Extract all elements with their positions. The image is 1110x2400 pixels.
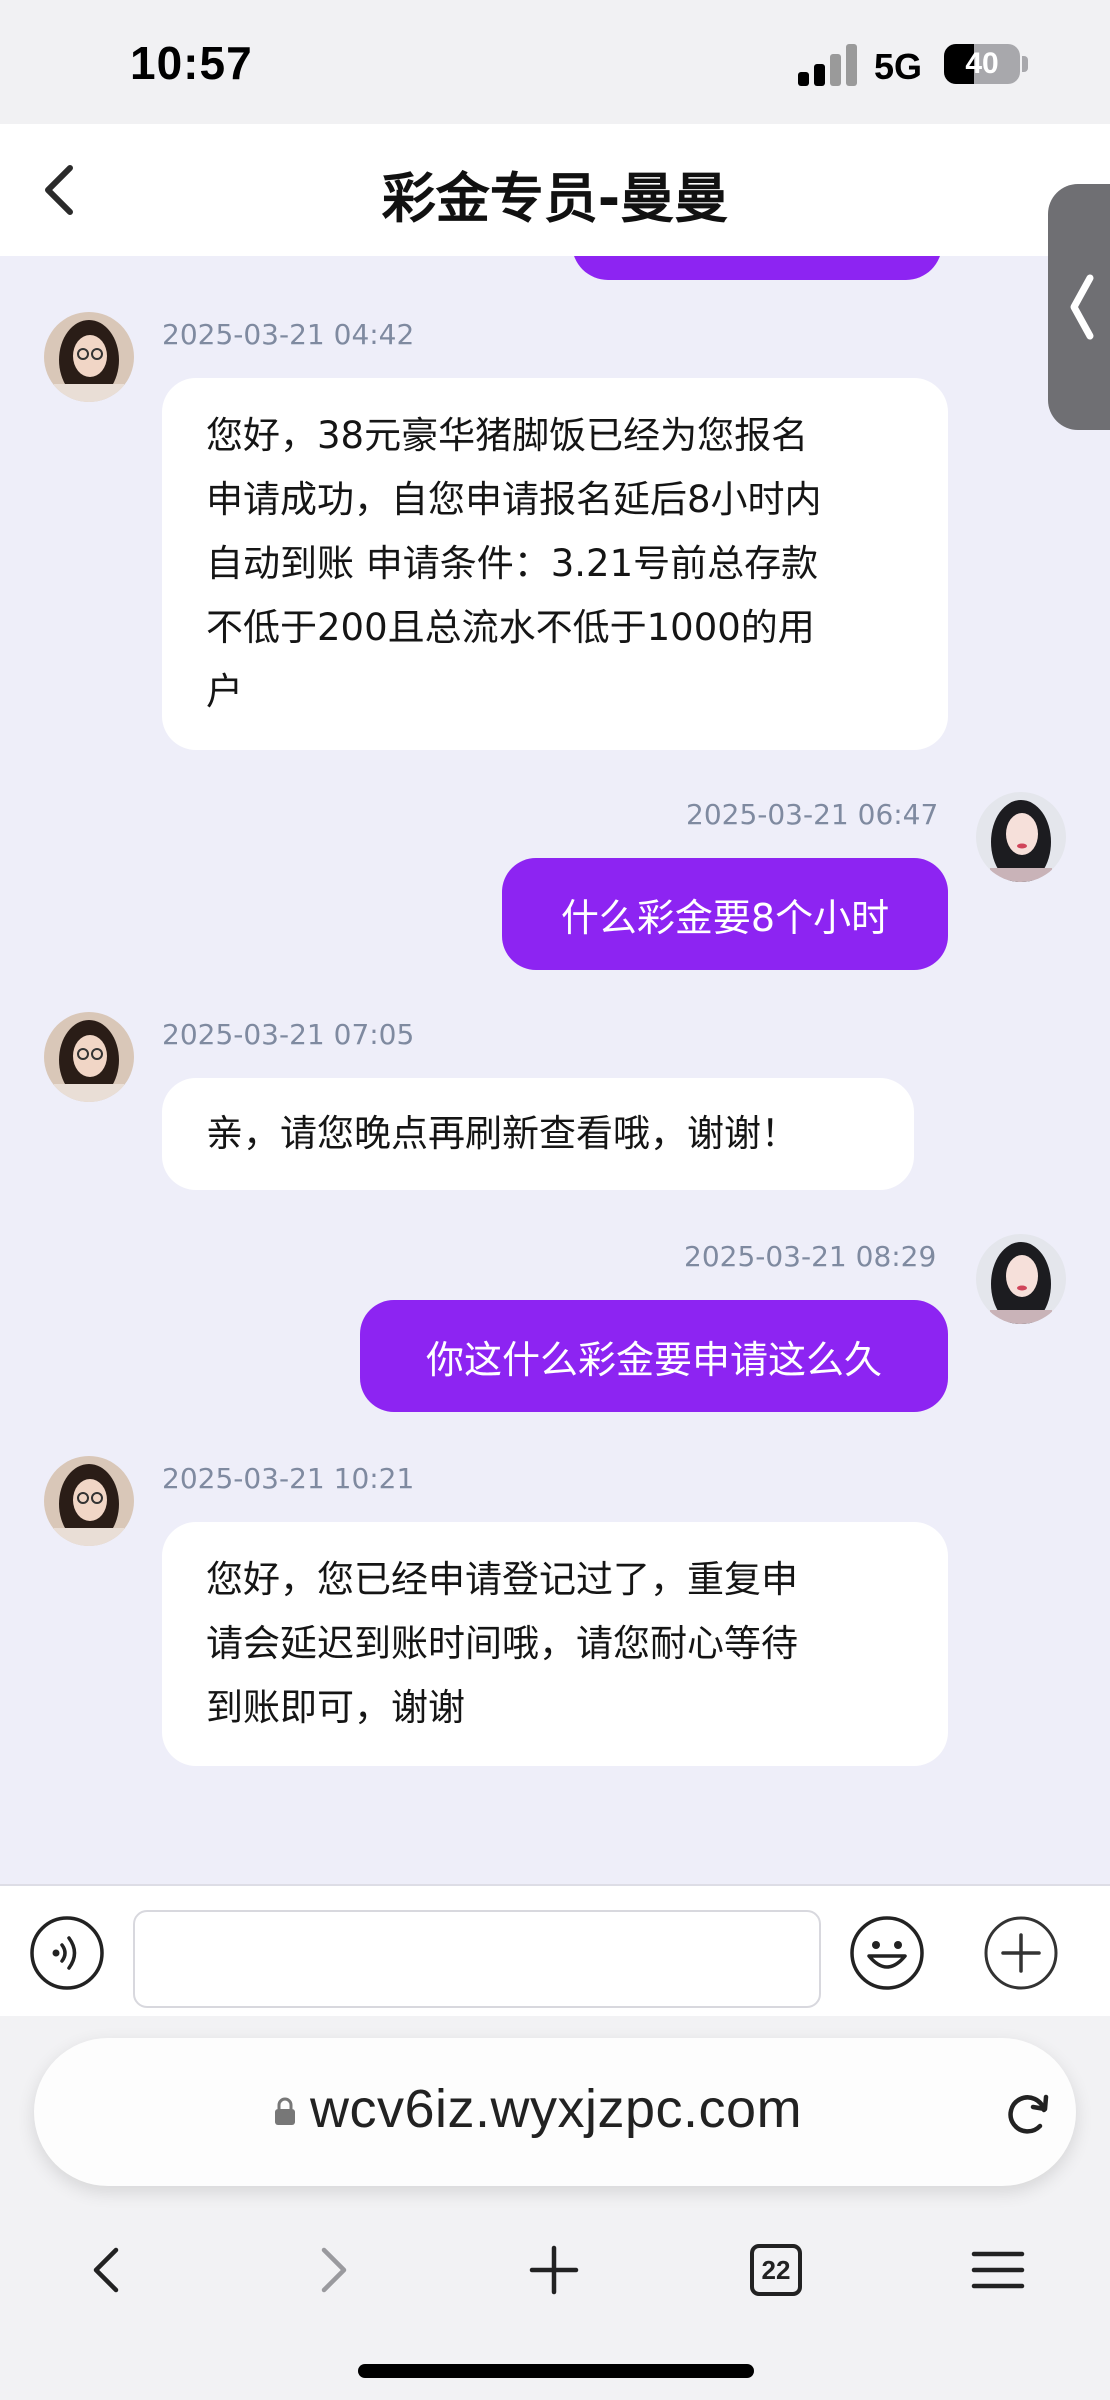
message-timestamp: 2025-03-21 08:29	[684, 1240, 937, 1273]
agent-message-bubble: 亲，请您晚点再刷新查看哦，谢谢！	[162, 1078, 914, 1190]
user-avatar	[976, 1234, 1066, 1324]
new-tab-button[interactable]	[518, 2234, 590, 2306]
message-line: 您好，38元豪华猪脚饭已经为您报名	[206, 414, 809, 457]
battery-level: 40	[965, 47, 999, 80]
message-text: 亲，请您晚点再刷新查看哦，谢谢！	[206, 1112, 798, 1155]
menu-button[interactable]	[962, 2234, 1034, 2306]
message-line: 自动到账 申请条件：3.21号前总存款	[206, 542, 819, 585]
emoji-button[interactable]	[848, 1914, 926, 1992]
user-message-bubble: 你这什么彩金要申请这么久	[360, 1300, 948, 1412]
message-timestamp: 2025-03-21 10:21	[162, 1462, 415, 1495]
message-timestamp: 2025-03-21 04:42	[162, 318, 415, 351]
agent-avatar	[44, 312, 134, 402]
agent-avatar	[44, 1012, 134, 1102]
message-input-bar	[0, 1884, 1110, 2016]
message-line: 请会延迟到账时间哦，请您耐心等待	[206, 1622, 798, 1665]
message-line: 您好，您已经申请登记过了，重复申	[206, 1558, 798, 1601]
tab-count: 22	[762, 2255, 791, 2285]
chevron-left-icon	[1070, 274, 1094, 340]
agent-message-bubble: 您好，您已经申请登记过了，重复申 请会延迟到账时间哦，请您耐心等待 到账即可，谢…	[162, 1522, 948, 1766]
message-text: 什么彩金要8个小时	[560, 895, 890, 940]
browser-chrome: wcv6iz.wyxjzpc.com 22	[0, 2016, 1110, 2400]
add-attachment-button[interactable]	[982, 1914, 1060, 1992]
address-bar[interactable]: wcv6iz.wyxjzpc.com	[34, 2038, 1076, 2186]
side-drawer-handle[interactable]	[1048, 184, 1110, 430]
previous-message-bubble	[572, 256, 942, 280]
message-text: 你这什么彩金要申请这么久	[425, 1337, 882, 1382]
message-line: 户	[206, 670, 243, 713]
signal-strength-icon	[798, 42, 858, 86]
reload-icon[interactable]	[1000, 2086, 1056, 2142]
voice-icon	[30, 1916, 104, 1990]
browser-forward-button[interactable]	[296, 2234, 368, 2306]
user-avatar	[976, 792, 1066, 882]
voice-button[interactable]	[28, 1914, 106, 1992]
network-type: 5G	[874, 46, 923, 87]
chat-message-list[interactable]: 2025-03-21 04:42 您好，38元豪华猪脚饭已经为您报名 申请成功，…	[0, 256, 1110, 1884]
home-indicator	[358, 2364, 754, 2378]
message-line: 申请成功，自您申请报名延后8小时内	[206, 478, 822, 521]
user-message-bubble: 什么彩金要8个小时	[502, 858, 948, 970]
chat-header: 彩金专员-曼曼	[0, 124, 1110, 256]
browser-back-button[interactable]	[72, 2234, 144, 2306]
status-bar: 10:57 5G 40	[0, 0, 1110, 124]
battery-icon: 40	[944, 44, 1020, 84]
message-input[interactable]	[133, 1910, 821, 2008]
browser-forward-icon	[321, 2247, 347, 2293]
message-line: 不低于200且总流水不低于1000的用	[206, 606, 815, 649]
browser-back-icon	[93, 2247, 119, 2293]
lock-icon	[275, 2097, 295, 2125]
menu-icon	[971, 2251, 1025, 2289]
plus-circle-icon	[984, 1916, 1058, 1990]
message-timestamp: 2025-03-21 06:47	[686, 798, 939, 831]
message-timestamp: 2025-03-21 07:05	[162, 1018, 415, 1051]
tabs-button[interactable]: 22	[740, 2234, 812, 2306]
emoji-icon	[850, 1916, 924, 1990]
message-line: 到账即可，谢谢	[206, 1686, 465, 1729]
new-tab-icon	[529, 2245, 579, 2295]
url-text: wcv6iz.wyxjzpc.com	[310, 2079, 803, 2139]
agent-avatar	[44, 1456, 134, 1546]
status-time: 10:57	[130, 37, 253, 89]
page-title: 彩金专员-曼曼	[381, 167, 729, 230]
battery-cap	[1022, 56, 1028, 72]
tabs-icon: 22	[750, 2244, 802, 2296]
agent-message-bubble: 您好，38元豪华猪脚饭已经为您报名 申请成功，自您申请报名延后8小时内 自动到账…	[162, 378, 948, 750]
